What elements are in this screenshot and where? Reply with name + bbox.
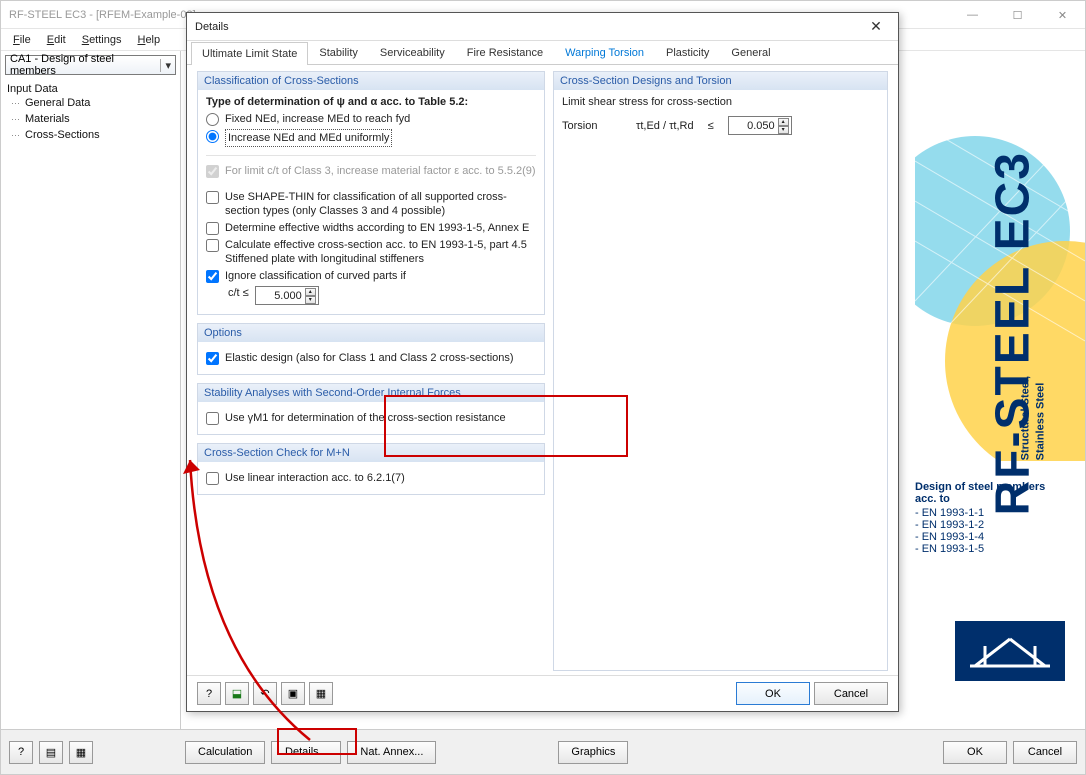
dialog-footer: ? ⬓ ↶ ▣ ▦ OK Cancel [187, 675, 898, 711]
type-determination-label: Type of determination of ψ and α acc. to… [206, 96, 536, 108]
tab-plasticity[interactable]: Plasticity [655, 41, 720, 64]
group-torsion: Cross-Section Designs and Torsion Limit … [553, 71, 888, 671]
tab-general[interactable]: General [720, 41, 781, 64]
dialog-cancel-button[interactable]: Cancel [814, 682, 888, 705]
close-window-button[interactable]: ✕ [1040, 1, 1085, 29]
main-cancel-button[interactable]: Cancel [1013, 741, 1077, 764]
group-classification-header: Classification of Cross-Sections [198, 72, 544, 90]
brand-subtitle: Structural Steel,Stainless Steel [1017, 376, 1047, 460]
chk-ignore-curved-label: Ignore classification of curved parts if [225, 269, 406, 283]
torsion-limit-label: Limit shear stress for cross-section [562, 96, 879, 108]
chk-shape-thin[interactable] [206, 191, 219, 204]
calculation-button[interactable]: Calculation [185, 741, 265, 764]
dialog-title: Details [195, 21, 862, 33]
chk-gamma-m1[interactable] [206, 412, 219, 425]
chk-limit-class3 [206, 165, 219, 178]
export-icon-button[interactable]: ▤ [39, 741, 63, 764]
dlg-help-icon-button[interactable]: ? [197, 682, 221, 705]
torsion-label: Torsion [562, 119, 622, 133]
menu-settings[interactable]: Settings [76, 32, 128, 48]
tab-fire-resistance[interactable]: Fire Resistance [456, 41, 554, 64]
menu-file[interactable]: File [7, 32, 37, 48]
dlg-save-icon-button[interactable]: ▦ [309, 682, 333, 705]
tree-root[interactable]: Input Data [7, 83, 174, 95]
left-panel: CA1 - Design of steel members ▾ Input Da… [1, 51, 181, 729]
torsion-value-input[interactable]: 0.050▴▾ [728, 116, 792, 135]
radio-increase-uniformly[interactable] [206, 130, 219, 143]
chk-ignore-curved[interactable] [206, 270, 219, 283]
chk-calc-effective[interactable] [206, 239, 219, 252]
group-mn-header: Cross-Section Check for M+N [198, 444, 544, 462]
tab-stability[interactable]: Stability [308, 41, 369, 64]
main-ok-button[interactable]: OK [943, 741, 1007, 764]
bottom-bar: ? ▤ ▦ Calculation Details... Nat. Annex.… [1, 729, 1085, 774]
details-button[interactable]: Details... [271, 741, 341, 764]
case-dropdown-label: CA1 - Design of steel members [10, 53, 160, 77]
menu-help[interactable]: Help [131, 32, 166, 48]
group-mn-check: Cross-Section Check for M+N Use linear i… [197, 443, 545, 495]
tab-ultimate-limit-state[interactable]: Ultimate Limit State [191, 42, 308, 65]
group-classification: Classification of Cross-Sections Type of… [197, 71, 545, 315]
radio-increase-uniformly-label: Increase NEd and MEd uniformly [225, 129, 392, 147]
brand-logo [955, 621, 1065, 681]
ct-value-input[interactable]: 5.000▴▾ [255, 286, 319, 305]
tree-item-materials[interactable]: Materials [7, 111, 174, 127]
chk-linear-interaction[interactable] [206, 472, 219, 485]
nat-annex-button[interactable]: Nat. Annex... [347, 741, 436, 764]
radio-fixed-ned[interactable] [206, 113, 219, 126]
maximize-button[interactable]: ☐ [995, 1, 1040, 29]
torsion-le-label: ≤ [708, 119, 714, 133]
group-stability-header: Stability Analyses with Second-Order Int… [198, 384, 544, 402]
minimize-button[interactable]: — [950, 1, 995, 29]
dlg-units-icon-button[interactable]: ⬓ [225, 682, 249, 705]
menu-edit[interactable]: Edit [41, 32, 72, 48]
case-dropdown[interactable]: CA1 - Design of steel members ▾ [5, 55, 176, 75]
tab-serviceability[interactable]: Serviceability [369, 41, 456, 64]
help-icon-button[interactable]: ? [9, 741, 33, 764]
tree-item-cross-sections[interactable]: Cross-Sections [7, 127, 174, 143]
dialog-ok-button[interactable]: OK [736, 682, 810, 705]
chk-calc-effective-label: Calculate effective cross-section acc. t… [225, 238, 536, 266]
torsion-ratio-label: τt,Ed / τt,Rd [636, 119, 694, 133]
dlg-load-icon-button[interactable]: ▣ [281, 682, 305, 705]
chevron-down-icon: ▾ [160, 59, 171, 72]
chk-gamma-m1-label: Use γM1 for determination of the cross-s… [225, 411, 506, 425]
dialog-tabs: Ultimate Limit State Stability Serviceab… [187, 41, 898, 65]
details-dialog: Details ✕ Ultimate Limit State Stability… [186, 12, 899, 712]
chk-elastic-design[interactable] [206, 352, 219, 365]
chk-elastic-design-label: Elastic design (also for Class 1 and Cla… [225, 351, 514, 365]
graphics-button[interactable]: Graphics [558, 741, 628, 764]
radio-fixed-ned-label: Fixed NEd, increase MEd to reach fyd [225, 112, 410, 126]
import-icon-button[interactable]: ▦ [69, 741, 93, 764]
chk-shape-thin-label: Use SHAPE-THIN for classification of all… [225, 190, 536, 218]
dlg-reset-icon-button[interactable]: ↶ [253, 682, 277, 705]
brand-title: RF-STEEL EC3 [985, 151, 1040, 516]
dialog-close-button[interactable]: ✕ [862, 17, 890, 37]
dialog-title-bar: Details ✕ [187, 13, 898, 41]
nav-tree: Input Data General Data Materials Cross-… [1, 79, 180, 147]
tree-item-general[interactable]: General Data [7, 95, 174, 111]
group-torsion-header: Cross-Section Designs and Torsion [554, 72, 887, 90]
brand-description: Design of steel members acc. to - EN 199… [915, 481, 1065, 555]
tab-warping-torsion[interactable]: Warping Torsion [554, 41, 655, 64]
group-stability-analyses: Stability Analyses with Second-Order Int… [197, 383, 545, 435]
chk-limit-class3-label: For limit c/t of Class 3, increase mater… [225, 164, 536, 178]
chk-effective-widths[interactable] [206, 222, 219, 235]
ct-label: c/t ≤ [228, 286, 249, 300]
chk-linear-interaction-label: Use linear interaction acc. to 6.2.1(7) [225, 471, 405, 485]
group-options: Options Elastic design (also for Class 1… [197, 323, 545, 375]
chk-effective-widths-label: Determine effective widths according to … [225, 221, 529, 235]
group-options-header: Options [198, 324, 544, 342]
